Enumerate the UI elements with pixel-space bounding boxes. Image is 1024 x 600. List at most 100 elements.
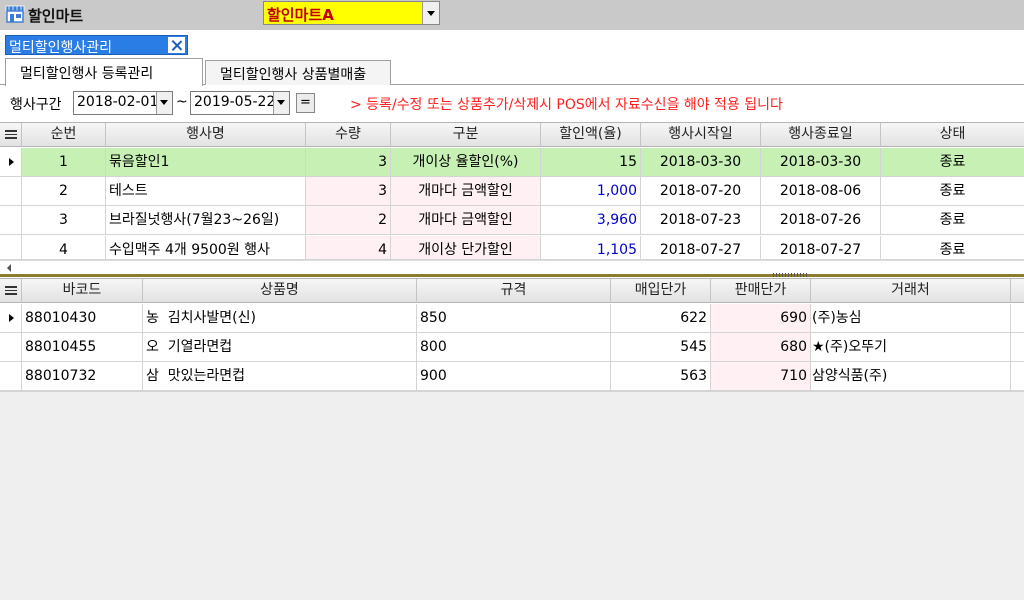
scroll-left-icon[interactable] [7, 264, 11, 272]
document-tab[interactable]: 멀티할인행사관리 [5, 35, 188, 56]
column-header-product-name[interactable]: 상품명 [143, 279, 417, 303]
cell-spec[interactable]: 800 [417, 333, 611, 361]
cell-barcode[interactable]: 88010430 [22, 304, 143, 332]
cell-status[interactable]: 종료 [881, 206, 1024, 234]
cell-price[interactable]: 680 [711, 333, 811, 361]
cell-name[interactable]: 묶음할인1 [106, 148, 306, 176]
panel-splitter[interactable] [0, 274, 1024, 277]
cell-qty[interactable]: 3 [306, 177, 391, 205]
cell-vendor[interactable]: ★(주)오뚜기 [811, 333, 1011, 361]
close-icon[interactable] [168, 37, 185, 53]
column-header-vendor[interactable]: 거래처 [811, 279, 1011, 303]
column-header-type[interactable]: 구분 [391, 123, 541, 147]
cell-status[interactable]: 종료 [881, 236, 1024, 259]
cell-cost[interactable]: 622 [611, 304, 711, 332]
cell-barcode[interactable]: 88010732 [22, 362, 143, 390]
cell-type[interactable]: 개이상 율할인(%) [391, 148, 541, 176]
date-to-value: 2019-05-22 [194, 94, 276, 110]
cell-start[interactable]: 2018-07-23 [641, 206, 761, 234]
column-header-name[interactable]: 행사명 [106, 123, 306, 147]
column-header-price[interactable]: 판매단가 [711, 279, 811, 303]
cell-spec[interactable]: 850 [417, 304, 611, 332]
row-indicator [0, 177, 22, 205]
cell-status[interactable]: 종료 [881, 177, 1024, 205]
grid-menu-icon [5, 286, 17, 295]
cell-qty[interactable]: 2 [306, 206, 391, 234]
cell-start[interactable]: 2018-03-30 [641, 148, 761, 176]
table-row[interactable]: 3 브라질넛행사(7월23~26일) 2 개마다 금액할인 3,960 2018… [0, 206, 1024, 235]
row-indicator [0, 362, 22, 390]
cell-cost[interactable]: 545 [611, 333, 711, 361]
store-select-value: 할인마트A [267, 6, 334, 24]
column-header-qty[interactable]: 수량 [306, 123, 391, 147]
grid-menu-icon [5, 130, 17, 139]
cell-start[interactable]: 2018-07-20 [641, 177, 761, 205]
cell-qty[interactable]: 4 [306, 236, 391, 259]
chevron-down-icon[interactable] [156, 92, 172, 114]
column-header-barcode[interactable]: 바코드 [22, 279, 143, 303]
column-header-start[interactable]: 행사시작일 [641, 123, 761, 147]
cell-cost[interactable]: 563 [611, 362, 711, 390]
range-separator: ~ [176, 94, 188, 110]
cell-start[interactable]: 2018-07-27 [641, 236, 761, 259]
tab-event-registration[interactable]: 멀티할인행사 등록관리 [5, 58, 203, 86]
cell-name[interactable]: 테스트 [106, 177, 306, 205]
cell-vendor[interactable]: 삼양식품(주) [811, 362, 1011, 390]
cell-name[interactable]: 브라질넛행사(7월23~26일) [106, 206, 306, 234]
grid-menu-button[interactable] [0, 123, 22, 147]
table-row[interactable]: 88010732 삼 맛있는라면컵 900 563 710 삼양식품(주) [0, 362, 1024, 391]
cell-price[interactable]: 690 [711, 304, 811, 332]
table-row[interactable]: 4 수입맥주 4개 9500원 행사 4 개이상 단가할인 1,105 2018… [0, 235, 1024, 260]
store-icon [5, 5, 25, 23]
cell-spec[interactable]: 900 [417, 362, 611, 390]
row-indicator [0, 333, 22, 361]
cell-qty[interactable]: 3 [306, 148, 391, 176]
cell-name[interactable]: 수입맥주 4개 9500원 행사 [106, 236, 306, 259]
cell-barcode[interactable]: 88010455 [22, 333, 143, 361]
cell-status[interactable]: 종료 [881, 148, 1024, 176]
store-select[interactable]: 할인마트A [263, 1, 440, 25]
date-to-picker[interactable]: 2019-05-22 [190, 91, 290, 115]
horizontal-scrollbar[interactable] [0, 260, 1024, 274]
tab-sales-by-product[interactable]: 멀티할인행사 상품별매출 [205, 60, 391, 85]
table-row[interactable]: 88010430 농 김치사발면(신) 850 622 690 (주)농심 [0, 304, 1024, 333]
column-header-discount[interactable]: 할인액(율) [541, 123, 641, 147]
cell-end[interactable]: 2018-07-26 [761, 206, 881, 234]
cell-price[interactable]: 710 [711, 362, 811, 390]
column-header-status[interactable]: 상태 [881, 123, 1024, 147]
table-row[interactable]: 2 테스트 3 개마다 금액할인 1,000 2018-07-20 2018-0… [0, 177, 1024, 206]
cell-end[interactable]: 2018-07-27 [761, 236, 881, 259]
chevron-down-icon[interactable] [273, 92, 289, 114]
title-bar: 할인마트 할인마트A [0, 0, 1024, 30]
cell-no[interactable]: 4 [22, 236, 106, 259]
cell-type[interactable]: 개마다 금액할인 [391, 206, 541, 234]
cell-discount[interactable]: 1,000 [541, 177, 641, 205]
cell-no[interactable]: 2 [22, 177, 106, 205]
period-label: 행사구간 [10, 97, 62, 113]
chevron-down-icon[interactable] [422, 2, 439, 24]
equal-range-button[interactable]: = [296, 93, 315, 113]
cell-no[interactable]: 3 [22, 206, 106, 234]
cell-end[interactable]: 2018-08-06 [761, 177, 881, 205]
column-header-spec[interactable]: 규격 [417, 279, 611, 303]
cell-product-name[interactable]: 삼 맛있는라면컵 [143, 362, 417, 390]
splitter-grip-icon[interactable] [773, 273, 809, 277]
cell-no[interactable]: 1 [22, 148, 106, 176]
cell-discount[interactable]: 15 [541, 148, 641, 176]
cell-discount[interactable]: 1,105 [541, 236, 641, 259]
cell-vendor[interactable]: (주)농심 [811, 304, 1011, 332]
date-from-picker[interactable]: 2018-02-01 [73, 91, 173, 115]
grid-menu-button[interactable] [0, 279, 22, 303]
cell-product-name[interactable]: 오 기열라면컵 [143, 333, 417, 361]
column-header-cost[interactable]: 매입단가 [611, 279, 711, 303]
row-indicator [0, 304, 22, 332]
cell-type[interactable]: 개이상 단가할인 [391, 236, 541, 259]
cell-discount[interactable]: 3,960 [541, 206, 641, 234]
cell-type[interactable]: 개마다 금액할인 [391, 177, 541, 205]
cell-end[interactable]: 2018-03-30 [761, 148, 881, 176]
table-row[interactable]: 88010455 오 기열라면컵 800 545 680 ★(주)오뚜기 [0, 333, 1024, 362]
column-header-end[interactable]: 행사종료일 [761, 123, 881, 147]
column-header-no[interactable]: 순번 [22, 123, 106, 147]
cell-product-name[interactable]: 농 김치사발면(신) [143, 304, 417, 332]
table-row[interactable]: 1 묶음할인1 3 개이상 율할인(%) 15 2018-03-30 2018-… [0, 148, 1024, 177]
